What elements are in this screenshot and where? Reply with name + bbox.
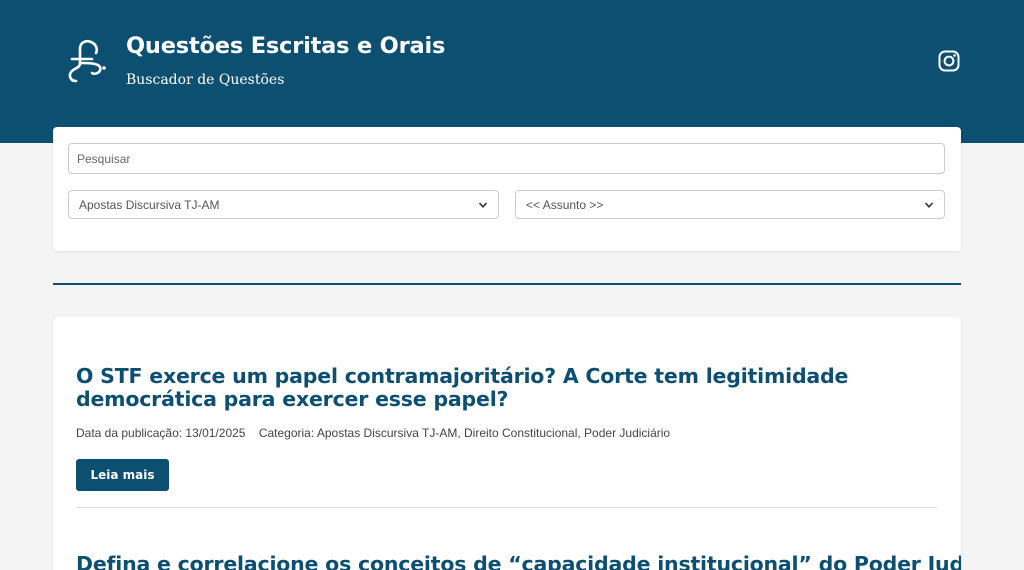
search-input[interactable]: [68, 143, 945, 174]
instagram-icon[interactable]: [938, 50, 960, 72]
post-title[interactable]: Defina e correlacione os conceitos de “c…: [76, 552, 961, 570]
post-list: O STF exerce um papel contramajoritário?…: [53, 317, 961, 570]
search-panel: Apostas Discursiva TJ-AM << Assunto >>: [53, 127, 961, 251]
post-title[interactable]: O STF exerce um papel contramajoritário?…: [76, 365, 946, 411]
chevron-down-icon: [478, 201, 488, 208]
site-title[interactable]: Questões Escritas e Orais: [126, 33, 445, 59]
post-category[interactable]: Categoria: Apostas Discursiva TJ-AM, Dir…: [259, 426, 670, 440]
category-select-value: Apostas Discursiva TJ-AM: [79, 197, 220, 212]
subject-select[interactable]: << Assunto >>: [515, 190, 945, 219]
read-more-button[interactable]: Leia mais: [76, 459, 169, 491]
category-select[interactable]: Apostas Discursiva TJ-AM: [68, 190, 499, 219]
post-date: Data da publicação: 13/01/2025: [76, 426, 246, 440]
chevron-down-icon: [924, 201, 934, 208]
site-header: Questões Escritas e Orais Buscador de Qu…: [0, 0, 1024, 143]
section-divider: [53, 283, 961, 285]
subject-select-value: << Assunto >>: [526, 197, 604, 212]
site-subtitle: Buscador de Questões: [126, 72, 285, 88]
post-separator: [76, 507, 937, 508]
fe-monogram-logo[interactable]: [62, 37, 108, 87]
post-meta: Data da publicação: 13/01/2025 Categoria…: [76, 426, 670, 440]
